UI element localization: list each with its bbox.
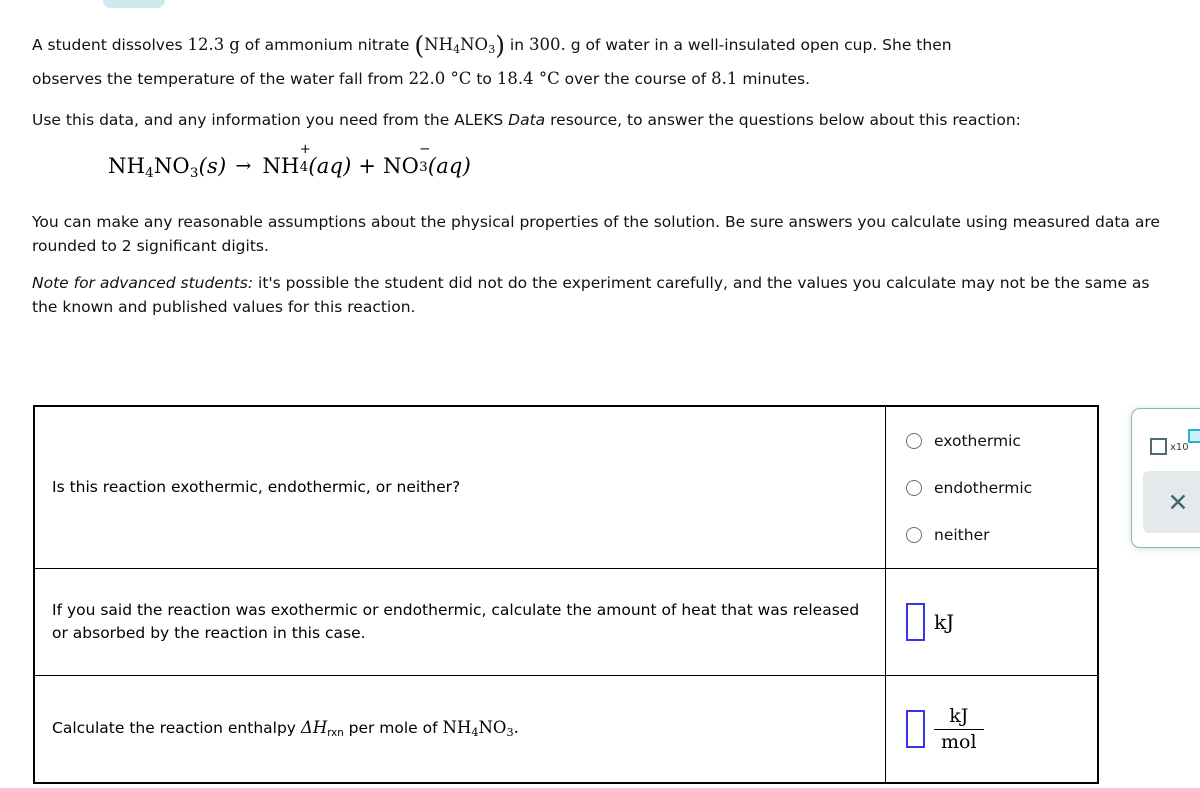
water-mass-value: 300. xyxy=(529,35,566,54)
equation-reactant: NH4NO3(s) xyxy=(108,154,227,182)
formula-nh4no3: NH4NO3 xyxy=(424,35,496,57)
question-cell-2: If you said the reaction was exothermic … xyxy=(33,568,886,676)
mantissa-box-icon xyxy=(1150,438,1167,455)
scientific-notation-button[interactable]: x10 xyxy=(1150,429,1200,459)
unit-numerator: kJ xyxy=(949,705,969,728)
temperature-end: 18.4 °C xyxy=(496,68,560,88)
radio-label-exothermic: exothermic xyxy=(934,431,1021,450)
temperature-start: 22.0 °C xyxy=(408,68,472,88)
answer-cell-2: kJ xyxy=(885,568,1099,676)
mass-unit: g xyxy=(229,35,240,54)
problem-statement-paragraph-3: You can make any reasonable assumptions … xyxy=(32,213,1160,255)
answer-cell-1: exothermic endothermic neither xyxy=(885,405,1099,569)
radio-option-exothermic[interactable]: exothermic xyxy=(906,417,1085,464)
p2-text-a: Use this data, and any information you n… xyxy=(32,110,504,129)
q3-text-b: per mole of xyxy=(348,719,438,738)
equation-product-2: NO3−3(aq) xyxy=(383,141,471,179)
radio-button-icon[interactable] xyxy=(906,526,922,543)
heat-answer-row: kJ xyxy=(906,603,1085,641)
q3-formula-nh4no3: NH4NO3. xyxy=(442,718,519,740)
question-cell-3: Calculate the reaction enthalpy ΔHrxn pe… xyxy=(33,675,886,784)
heat-unit-label: kJ xyxy=(934,610,955,634)
problem-statement-paragraph-4: Note for advanced students: it's possibl… xyxy=(32,272,1177,319)
equation-product-1: NH4+4(aq) xyxy=(262,141,352,179)
p1-text-b: of ammonium nitrate xyxy=(244,36,410,54)
p1-text-g: over the course of xyxy=(564,69,707,88)
problem-content: A student dissolves 12.3 g of ammonium n… xyxy=(32,28,1177,319)
enthalpy-input-field[interactable] xyxy=(906,710,925,748)
close-icon: ✕ xyxy=(1167,487,1189,517)
table-row: Calculate the reaction enthalpy ΔHrxn pe… xyxy=(33,675,1099,784)
radio-label-endothermic: endothermic xyxy=(934,478,1033,497)
problem-statement-paragraph-1: A student dissolves 12.3 g of ammonium n… xyxy=(32,28,1177,95)
math-toolbar-panel: x10 ✕ xyxy=(1131,408,1200,548)
reaction-arrow-icon: → xyxy=(235,155,252,178)
scientific-notation-label: x10 xyxy=(1170,442,1189,453)
p1-text-f: to xyxy=(476,69,492,88)
close-paren: ) xyxy=(495,31,505,60)
clear-button[interactable]: ✕ xyxy=(1143,471,1200,533)
p1-text-c: in xyxy=(509,36,525,54)
p2-text-b: resource, to answer the questions below … xyxy=(550,110,1021,129)
time-value: 8.1 xyxy=(711,68,738,88)
radio-option-neither[interactable]: neither xyxy=(906,511,1085,558)
chemical-equation: NH4NO3(s) → NH4+4(aq) + NO3−3(aq) xyxy=(108,141,1177,182)
table-row: Is this reaction exothermic, endothermic… xyxy=(33,405,1099,569)
open-paren: ( xyxy=(414,31,425,60)
enthalpy-unit-fraction: kJ mol xyxy=(934,705,984,753)
equation-plus: + xyxy=(358,154,377,179)
radio-label-neither: neither xyxy=(934,525,990,544)
browser-tab-fragment[interactable] xyxy=(103,0,165,8)
radio-option-endothermic[interactable]: endothermic xyxy=(906,464,1085,511)
heat-input-field[interactable] xyxy=(906,603,925,641)
aleks-data-reference: Data xyxy=(508,110,546,129)
answer-cell-3: kJ mol xyxy=(885,675,1099,784)
delta-h-symbol: ΔHrxn xyxy=(300,718,344,739)
problem-statement-paragraph-2: Use this data, and any information you n… xyxy=(32,109,1177,133)
question-cell-1: Is this reaction exothermic, endothermic… xyxy=(33,405,886,569)
table-row: If you said the reaction was exothermic … xyxy=(33,568,1099,676)
note-label: Note for advanced students: xyxy=(32,274,254,293)
radio-button-icon[interactable] xyxy=(906,479,922,496)
p1-text-e: observes the temperature of the water fa… xyxy=(32,69,404,88)
questions-table: Is this reaction exothermic, endothermic… xyxy=(33,405,1099,784)
p1-text-h: minutes. xyxy=(742,69,810,88)
p1-text-a: A student dissolves xyxy=(32,36,183,54)
q3-text-a: Calculate the reaction enthalpy xyxy=(52,719,296,738)
mass-value: 12.3 xyxy=(187,35,225,54)
enthalpy-answer-row: kJ mol xyxy=(906,705,1085,753)
radio-button-icon[interactable] xyxy=(906,432,922,449)
exponent-box-icon xyxy=(1188,429,1200,443)
p1-text-d: g of water in a well-insulated open cup.… xyxy=(570,36,952,54)
unit-denominator: mol xyxy=(934,728,984,753)
